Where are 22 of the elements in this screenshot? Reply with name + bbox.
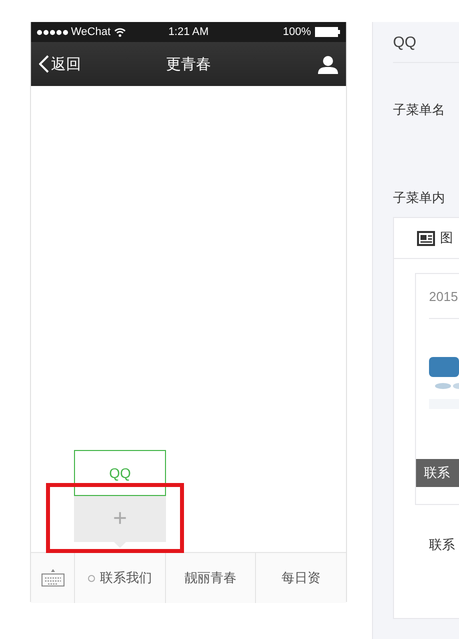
article-icon: [417, 230, 435, 246]
menu-tab[interactable]: 每日资: [256, 553, 346, 603]
article-title-bar: 联系: [416, 459, 459, 487]
page-title: 更青春: [166, 54, 211, 74]
field-label: 子菜单内: [393, 189, 446, 207]
clock-time: 1:21 AM: [168, 26, 209, 38]
article-date: 2015: [429, 274, 459, 319]
carrier-label: WeChat: [71, 26, 111, 38]
article-title: 联系: [429, 536, 456, 554]
field-label: 子菜单名: [393, 101, 446, 119]
back-button[interactable]: 返回: [39, 54, 81, 74]
battery-percent: 100%: [282, 26, 311, 38]
menu-tab[interactable]: 联系我们: [75, 553, 166, 603]
signal-icon: [37, 30, 68, 34]
menu-name-value: QQ: [393, 22, 459, 63]
keyboard-icon[interactable]: [40, 569, 64, 587]
wifi-icon: [114, 28, 126, 36]
chevron-left-icon: [39, 55, 49, 73]
content-tab[interactable]: 图: [394, 218, 459, 259]
menu-tab[interactable]: 靓丽青春: [166, 553, 256, 603]
battery-icon: [315, 27, 340, 37]
user-icon[interactable]: [318, 54, 338, 74]
